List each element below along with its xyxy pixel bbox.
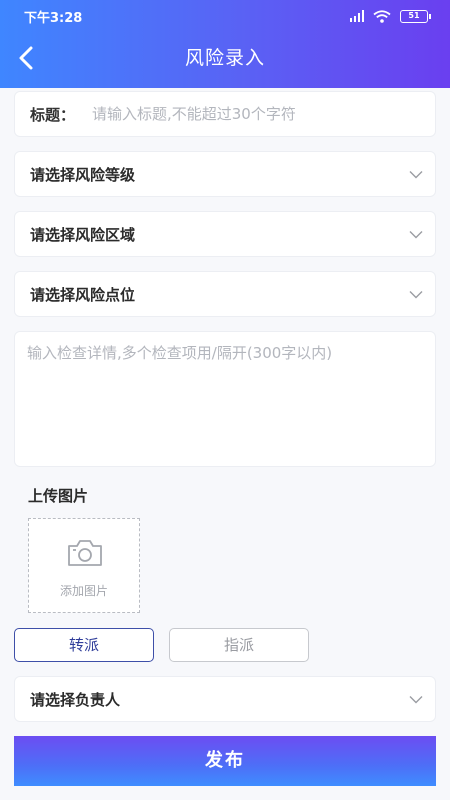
upload-label: 上传图片 bbox=[28, 487, 89, 505]
chevron-down-icon bbox=[409, 170, 423, 178]
detail-textarea[interactable] bbox=[27, 342, 423, 456]
detail-area bbox=[14, 331, 436, 467]
wifi-icon bbox=[373, 9, 391, 23]
chevron-down-icon bbox=[409, 695, 423, 703]
risk-level-select[interactable]: 请选择风险等级 bbox=[14, 151, 436, 197]
risk-level-label: 请选择风险等级 bbox=[30, 165, 136, 184]
page-title: 风险录入 bbox=[184, 47, 265, 69]
signal-icon bbox=[350, 10, 364, 22]
publish-button[interactable]: 发布 bbox=[14, 736, 436, 786]
title-input[interactable] bbox=[92, 105, 435, 123]
risk-point-select[interactable]: 请选择风险点位 bbox=[14, 271, 436, 317]
add-image-button[interactable]: 添加图片 bbox=[28, 518, 140, 613]
chevron-down-icon bbox=[409, 230, 423, 238]
status-time: 下午3:28 bbox=[24, 10, 83, 26]
camera-icon bbox=[68, 540, 102, 566]
owner-select[interactable]: 请选择负责人 bbox=[14, 676, 436, 722]
status-icons: 51 bbox=[350, 9, 431, 23]
owner-label: 请选择负责人 bbox=[30, 690, 121, 709]
risk-area-label: 请选择风险区域 bbox=[30, 225, 136, 244]
status-bar: 下午3:28 51 bbox=[0, 0, 450, 32]
title-label: 标题： bbox=[30, 105, 76, 124]
chevron-down-icon bbox=[409, 290, 423, 298]
add-image-label: 添加图片 bbox=[59, 584, 108, 598]
battery-icon: 51 bbox=[400, 9, 431, 23]
app-header: 下午3:28 51 风险录入 bbox=[0, 0, 450, 88]
assign-button[interactable]: 指派 bbox=[169, 628, 309, 662]
risk-area-select[interactable]: 请选择风险区域 bbox=[14, 211, 436, 257]
title-row: 标题： bbox=[14, 91, 436, 137]
transfer-button[interactable]: 转派 bbox=[14, 628, 154, 662]
risk-point-label: 请选择风险点位 bbox=[30, 285, 136, 304]
